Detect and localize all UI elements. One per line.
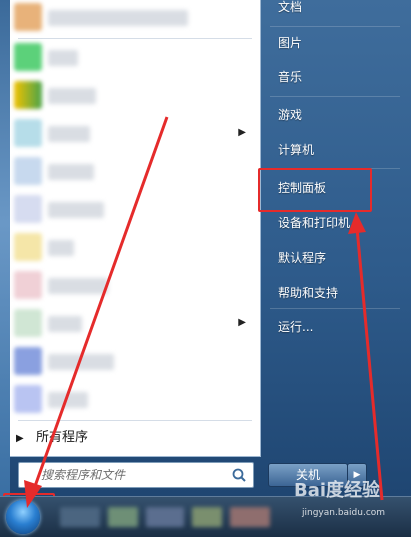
program-label [48, 126, 90, 142]
program-label [48, 164, 94, 180]
program-icon [14, 119, 42, 147]
taskbar-item[interactable] [60, 507, 100, 527]
menu-item-pictures[interactable]: 图片 [270, 29, 388, 57]
start-button[interactable] [6, 500, 40, 534]
taskbar-item[interactable] [108, 507, 138, 527]
program-item[interactable] [10, 154, 250, 190]
taskbar-item[interactable] [230, 507, 270, 527]
search-input[interactable]: 搜索程序和文件 [18, 462, 254, 488]
all-programs-label: 所有程序 [36, 430, 89, 445]
program-item[interactable] [10, 268, 250, 304]
search-icon[interactable] [231, 467, 247, 483]
submenu-arrow-icon[interactable]: ▶ [238, 127, 246, 138]
program-label [48, 88, 96, 104]
program-icon [14, 3, 42, 31]
program-item[interactable] [10, 344, 250, 380]
desktop-background [0, 0, 10, 496]
program-item[interactable] [10, 0, 250, 36]
programs-pane: ▶ ▶ ▶ 所有程序 [10, 0, 261, 457]
menu-item-run[interactable]: 运行... [270, 313, 388, 341]
program-item[interactable] [10, 40, 250, 76]
program-icon [14, 347, 42, 375]
taskbar-item[interactable] [192, 507, 222, 527]
program-icon [14, 81, 42, 109]
program-item[interactable] [10, 192, 250, 228]
program-label [48, 202, 104, 218]
menu-item-devices-printers[interactable]: 设备和打印机 [270, 209, 388, 237]
watermark-url: jingyan.baidu.com [302, 508, 386, 518]
places-pane: 文档 图片 音乐 游戏 计算机 控制面板 设备和打印机 默认程序 帮助和支持 运… [262, 0, 411, 456]
separator [18, 38, 252, 39]
menu-item-music[interactable]: 音乐 [270, 63, 388, 91]
program-icon [14, 157, 42, 185]
start-menu: ▶ ▶ ▶ 所有程序 搜索程序和文件 文档 图片 音乐 游戏 计算机 控制面板 … [10, 0, 411, 496]
search-placeholder: 搜索程序和文件 [41, 468, 126, 482]
all-programs-arrow-icon: ▶ [16, 433, 24, 444]
menu-item-default-programs[interactable]: 默认程序 [270, 244, 388, 272]
submenu-arrow-icon[interactable]: ▶ [238, 317, 246, 328]
program-icon [14, 309, 42, 337]
program-icon [14, 43, 42, 71]
program-item[interactable] [10, 382, 250, 418]
separator [18, 420, 252, 421]
program-icon [14, 233, 42, 261]
menu-item-help-support[interactable]: 帮助和支持 [270, 279, 388, 307]
program-icon [14, 195, 42, 223]
separator [270, 308, 400, 309]
program-item[interactable] [10, 78, 250, 114]
watermark-brand: Bai度经验 [294, 480, 381, 501]
program-label [48, 50, 78, 66]
program-label [48, 316, 82, 332]
separator [270, 96, 400, 97]
separator [270, 26, 400, 27]
program-item[interactable]: ▶ [10, 306, 250, 342]
program-icon [14, 385, 42, 413]
program-label [48, 354, 114, 370]
baidu-watermark: Bai度经验 jingyan.baidu.com [294, 476, 394, 518]
menu-item-games[interactable]: 游戏 [270, 101, 388, 129]
program-label [48, 10, 188, 26]
menu-item-documents[interactable]: 文档 [270, 0, 388, 21]
all-programs-button[interactable]: ▶ 所有程序 [16, 426, 252, 450]
program-label [48, 240, 74, 256]
highlight-control-panel [258, 168, 372, 212]
program-icon [14, 271, 42, 299]
program-item[interactable] [10, 230, 250, 266]
program-item[interactable]: ▶ [10, 116, 250, 152]
program-label [48, 392, 88, 408]
menu-item-computer[interactable]: 计算机 [270, 136, 388, 164]
program-label [48, 278, 108, 294]
taskbar-item[interactable] [146, 507, 184, 527]
